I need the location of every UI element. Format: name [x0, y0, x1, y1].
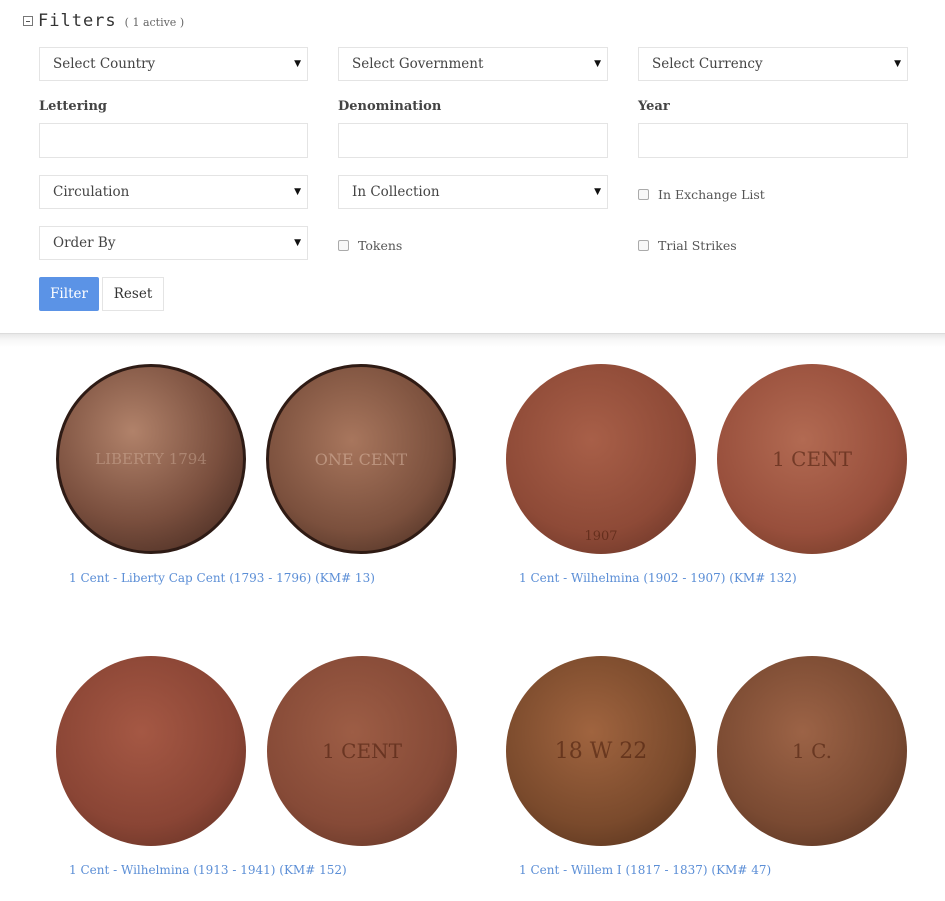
filter-button[interactable]: Filter — [39, 277, 99, 311]
lettering-input[interactable] — [39, 123, 308, 158]
currency-select-label: Select Currency — [652, 56, 763, 72]
denomination-label: Denomination — [338, 99, 442, 114]
year-input[interactable] — [638, 123, 908, 158]
chevron-down-icon: ▼ — [594, 59, 601, 69]
checkbox-icon[interactable] — [338, 240, 349, 251]
chevron-down-icon: ▼ — [894, 59, 901, 69]
coin-reverse-text: 1 C. — [791, 739, 833, 763]
currency-select[interactable]: Select Currency ▼ — [638, 47, 908, 81]
coin-image-obverse[interactable]: LIBERTY 1794 — [56, 364, 246, 554]
coin-title-link[interactable]: 1 Cent - Wilhelmina (1913 - 1941) (KM# 1… — [69, 863, 347, 877]
coin-image-obverse[interactable]: 1907 — [506, 364, 696, 554]
denomination-input[interactable] — [338, 123, 608, 158]
trial-strikes-checkbox[interactable]: Trial Strikes — [638, 238, 737, 253]
government-select[interactable]: Select Government ▼ — [338, 47, 608, 81]
collapse-icon[interactable] — [23, 16, 33, 26]
section-divider — [0, 333, 945, 347]
coin-image-reverse[interactable]: 1 CENT — [717, 364, 907, 554]
checkbox-icon[interactable] — [638, 240, 649, 251]
coin-reverse-text: ONE CENT — [314, 449, 408, 469]
circulation-select-label: Circulation — [53, 184, 130, 200]
trial-strikes-label: Trial Strikes — [658, 238, 737, 253]
circulation-select[interactable]: Circulation ▼ — [39, 175, 308, 209]
chevron-down-icon: ▼ — [594, 187, 601, 197]
order-by-select[interactable]: Order By ▼ — [39, 226, 308, 260]
tokens-checkbox[interactable]: Tokens — [338, 238, 402, 253]
coin-reverse-text: 1 CENT — [772, 447, 852, 471]
coin-reverse-text: 1 CENT — [322, 739, 402, 763]
coin-image-reverse[interactable]: 1 CENT — [267, 656, 457, 846]
government-select-label: Select Government — [352, 56, 484, 72]
in-collection-select-label: In Collection — [352, 184, 440, 200]
coin-obverse-text: 18 W 22 — [554, 738, 648, 764]
chevron-down-icon: ▼ — [294, 59, 301, 69]
coin-obverse-text: 1907 — [584, 529, 618, 544]
active-filter-count: ( 1 active ) — [124, 16, 185, 29]
tokens-label: Tokens — [358, 238, 403, 253]
coin-image-obverse[interactable] — [56, 656, 246, 846]
coin-image-reverse[interactable]: ONE CENT — [266, 364, 456, 554]
chevron-down-icon: ▼ — [294, 238, 301, 248]
filters-header[interactable]: Filters ( 1 active ) — [23, 11, 184, 31]
exchange-list-checkbox[interactable]: In Exchange List — [638, 187, 765, 202]
order-by-select-label: Order By — [53, 235, 116, 251]
reset-button[interactable]: Reset — [102, 277, 164, 311]
country-select[interactable]: Select Country ▼ — [39, 47, 308, 81]
filters-title: Filters — [38, 11, 117, 31]
coin-obverse-text: LIBERTY 1794 — [95, 450, 207, 468]
country-select-label: Select Country — [53, 56, 156, 72]
lettering-label: Lettering — [39, 99, 108, 114]
exchange-list-label: In Exchange List — [658, 187, 765, 202]
year-label: Year — [638, 99, 670, 114]
checkbox-icon[interactable] — [638, 189, 649, 200]
coin-image-reverse[interactable]: 1 C. — [717, 656, 907, 846]
coin-image-obverse[interactable]: 18 W 22 — [506, 656, 696, 846]
coin-title-link[interactable]: 1 Cent - Liberty Cap Cent (1793 - 1796) … — [69, 571, 375, 585]
chevron-down-icon: ▼ — [294, 187, 301, 197]
coin-title-link[interactable]: 1 Cent - Wilhelmina (1902 - 1907) (KM# 1… — [519, 571, 797, 585]
in-collection-select[interactable]: In Collection ▼ — [338, 175, 608, 209]
coin-title-link[interactable]: 1 Cent - Willem I (1817 - 1837) (KM# 47) — [519, 863, 771, 877]
coin-obverse-text — [56, 656, 246, 846]
